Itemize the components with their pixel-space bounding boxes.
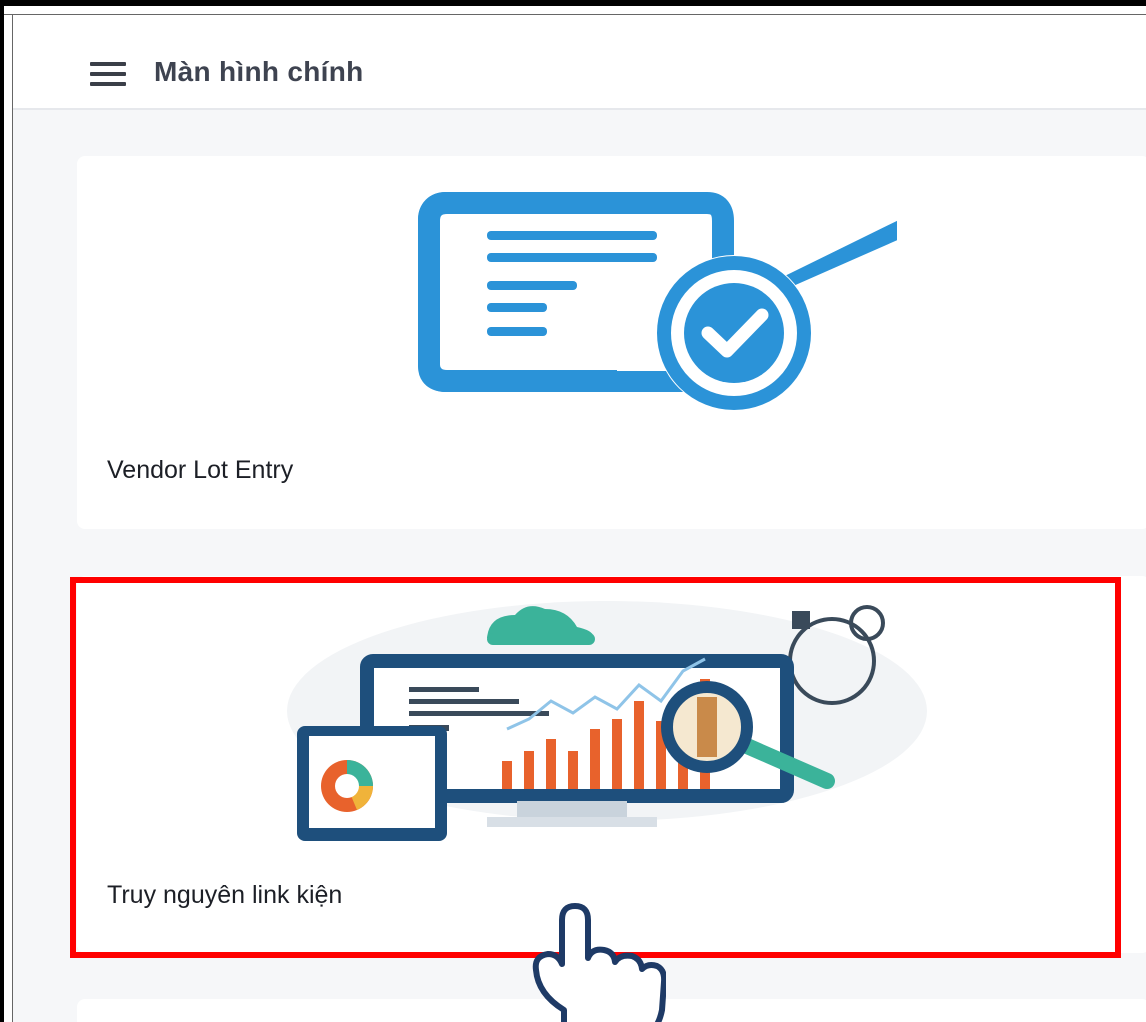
page-title: Màn hình chính <box>154 56 364 87</box>
hand-pointer-icon <box>532 903 666 1022</box>
document-check-icon <box>418 192 897 411</box>
hamburger-menu-icon[interactable] <box>90 62 126 88</box>
card-label: Vendor Lot Entry <box>107 456 294 484</box>
menu-card-truy-nguyen-link-kien[interactable]: Truy nguyên link kiện <box>77 576 1146 953</box>
analytics-dashboard-icon <box>287 601 927 841</box>
screen-frame: Màn hình chính Vendor Lot Entry Truy ngu… <box>0 0 1146 1022</box>
menu-card-vendor-lot-entry[interactable]: Vendor Lot Entry <box>77 156 1146 529</box>
card-label: Truy nguyên link kiện <box>107 881 343 909</box>
